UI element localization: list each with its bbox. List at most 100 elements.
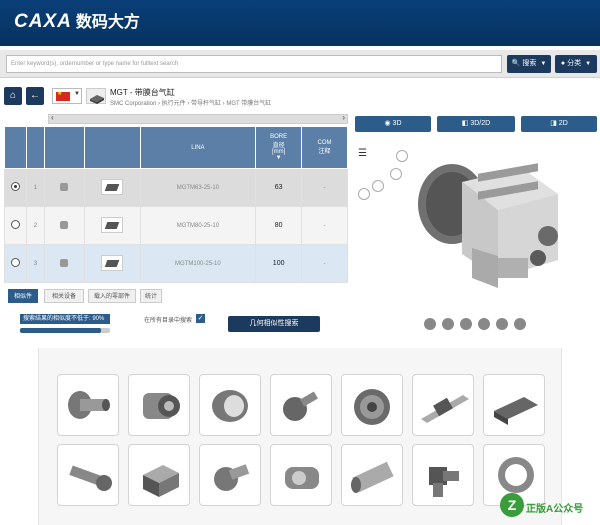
breadcrumb[interactable]: SMC Corporation › 执行元件 › 带导杆气缸 › MGT 带膜台… [110, 98, 271, 107]
view-tool-icon[interactable] [514, 318, 526, 330]
similarity-slider[interactable] [20, 328, 110, 333]
row-cad [43, 244, 85, 283]
part-card-shaft[interactable] [57, 374, 119, 436]
search-all-catalogs-label: 在所有目录中搜索 [144, 318, 193, 324]
chevron-down-icon: ▼ [540, 61, 547, 67]
col-image [83, 126, 141, 169]
col-bore[interactable]: BORE 直径 [mm] ▼ [255, 126, 303, 169]
view-tool-icon[interactable] [478, 318, 490, 330]
horizontal-scrollbar[interactable]: ‹ › [48, 113, 348, 124]
search-all-catalogs-checkbox[interactable]: ✓ [196, 314, 205, 323]
watermark-logo-icon: Z [500, 493, 524, 517]
part-card-tube[interactable] [341, 444, 403, 506]
product-thumbnail [86, 88, 106, 104]
row-index: 1 [25, 168, 45, 207]
cad-cube-icon [60, 182, 69, 191]
row-select[interactable] [4, 168, 27, 207]
similarity-label: 搜索结果的相似度不低于: 90% [20, 314, 110, 324]
part-card-bushing[interactable] [199, 374, 261, 436]
part-card-flange-shaft[interactable] [199, 444, 261, 506]
home-button[interactable]: ⌂ [4, 87, 22, 105]
col-lina[interactable]: LINA [139, 126, 257, 169]
search-icon: 🔍 [511, 60, 521, 67]
col-cad [43, 126, 85, 169]
table-header-row: LINA BORE 直径 [mm] ▼ COM 注释 [4, 126, 348, 169]
part-card-knob[interactable] [270, 374, 332, 436]
table-row[interactable]: 2 MGTM80-25-10 80 - [4, 206, 348, 245]
back-button[interactable]: ← [26, 87, 44, 105]
row-com: - [301, 168, 348, 207]
part-card-pin[interactable] [57, 444, 119, 506]
app-logo[interactable]: CAXA 数码大方 [14, 8, 140, 33]
app-window: CAXA 数码大方 Enter keyword(s), ordernumber o… [0, 0, 600, 340]
category-button[interactable]: ● 分类 ▼ [555, 55, 597, 73]
search-button[interactable]: 🔍 搜索 ▼ [507, 55, 551, 73]
row-cad [43, 168, 85, 207]
row-image [83, 206, 141, 245]
row-select[interactable] [4, 206, 27, 245]
drawing-icon: ◨ [550, 120, 559, 127]
cylinder-3d-model [418, 163, 558, 288]
app-header: CAXA 数码大方 [0, 0, 600, 46]
part-card-bevel-gear[interactable] [341, 374, 403, 436]
logo-cn: 数码大方 [75, 14, 140, 31]
geometric-search-button[interactable]: 几何相似性搜索 [228, 316, 320, 332]
variant-table: LINA BORE 直径 [mm] ▼ COM 注释 1 MGTM63-25-1… [4, 126, 348, 283]
table-row[interactable]: 1 MGTM63-25-10 63 - [4, 168, 348, 207]
chevron-right-icon[interactable]: › [342, 113, 345, 122]
view-3d-button[interactable]: ◉ 3D [355, 116, 431, 132]
variant-table-panel: ‹ › LINA BORE 直径 [mm] ▼ COM 注释 1 MGTM63-… [4, 113, 348, 284]
part-card-clamp[interactable] [270, 444, 332, 506]
view-tool-icon[interactable] [496, 318, 508, 330]
filter-icon[interactable]: ▼ [256, 155, 301, 161]
3d-viewer[interactable]: ☰ [352, 138, 600, 338]
view-3d2d-button[interactable]: ◧ 3D/2D [437, 116, 515, 132]
product-title: MGT - 带膜台气缸 [110, 88, 175, 97]
cube-icon: ◉ [384, 120, 393, 127]
chevron-left-icon[interactable]: ‹ [51, 113, 54, 122]
row-com: - [301, 244, 348, 283]
table-row[interactable]: 3 MGTM100-25-10 100 - [4, 244, 348, 283]
radio-unselected[interactable] [10, 220, 20, 229]
row-bore: 63 [255, 168, 303, 207]
home-icon: ⌂ [9, 90, 17, 101]
part-card-linear-guide[interactable] [412, 374, 474, 436]
row-lina: MGTM63-25-10 [139, 168, 257, 207]
view-tool-icon[interactable] [442, 318, 454, 330]
search-input[interactable]: Enter keyword(s), ordernumber or type na… [6, 55, 502, 73]
part-thumbnail [101, 254, 124, 271]
col-com[interactable]: COM 注释 [301, 126, 348, 169]
view-3d2d-label: 3D/2D [470, 120, 491, 127]
row-image [83, 244, 141, 283]
bore-header-line2: 直径 [272, 143, 285, 149]
row-lina: MGTM100-25-10 [139, 244, 257, 283]
col-select [4, 126, 27, 169]
view-tool-icon[interactable] [460, 318, 472, 330]
part-card-housing[interactable] [128, 374, 190, 436]
row-com: - [301, 206, 348, 245]
row-bore: 80 [255, 206, 303, 245]
col-index [25, 126, 45, 169]
row-index: 3 [25, 244, 45, 283]
tab-similar-parts[interactable]: 相似件 [8, 289, 38, 303]
part-card-profile[interactable] [483, 374, 545, 436]
radio-unselected[interactable] [10, 258, 20, 267]
row-select[interactable] [4, 244, 27, 283]
cad-cube-icon [60, 258, 69, 267]
radio-selected[interactable] [10, 182, 20, 191]
view-2d-button[interactable]: ◨ 2D [521, 116, 597, 132]
part-card-elbow[interactable] [412, 444, 474, 506]
tab-loaded-parts[interactable]: 载入的零部件 [88, 289, 136, 303]
watermark-text: 正版A公众号 [526, 504, 584, 515]
logo-latin: CAXA [14, 11, 72, 32]
tab-statistics[interactable]: 统计 [140, 289, 162, 303]
com-header-line2: 注释 [318, 149, 331, 155]
category-button-label: 分类 [567, 60, 582, 67]
language-select[interactable]: ▼ [52, 88, 82, 104]
part-card-block[interactable] [128, 444, 190, 506]
chevron-down-icon: ▼ [74, 91, 80, 97]
tab-related-devices[interactable]: 相关设备 [44, 289, 84, 303]
row-image [83, 168, 141, 207]
row-bore: 100 [255, 244, 303, 283]
view-tool-icon[interactable] [424, 318, 436, 330]
